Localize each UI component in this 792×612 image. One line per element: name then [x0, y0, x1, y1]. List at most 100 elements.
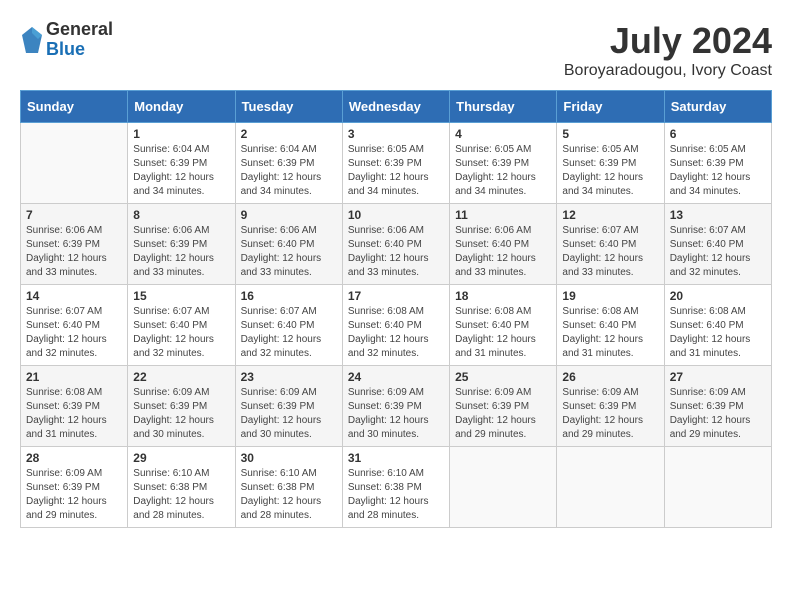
logo-icon — [20, 25, 44, 55]
calendar-cell: 26 Sunrise: 6:09 AMSunset: 6:39 PMDaylig… — [557, 366, 664, 447]
day-header-tuesday: Tuesday — [235, 91, 342, 123]
day-info: Sunrise: 6:08 AMSunset: 6:40 PMDaylight:… — [348, 305, 444, 361]
week-row-2: 7 Sunrise: 6:06 AMSunset: 6:39 PMDayligh… — [21, 204, 772, 285]
day-info: Sunrise: 6:07 AMSunset: 6:40 PMDaylight:… — [26, 305, 122, 361]
calendar-cell: 25 Sunrise: 6:09 AMSunset: 6:39 PMDaylig… — [450, 366, 557, 447]
calendar-cell: 14 Sunrise: 6:07 AMSunset: 6:40 PMDaylig… — [21, 285, 128, 366]
day-number: 14 — [26, 289, 122, 303]
day-info: Sunrise: 6:08 AMSunset: 6:40 PMDaylight:… — [455, 305, 551, 361]
day-info: Sunrise: 6:06 AMSunset: 6:40 PMDaylight:… — [241, 224, 337, 280]
day-info: Sunrise: 6:10 AMSunset: 6:38 PMDaylight:… — [241, 467, 337, 523]
day-number: 20 — [670, 289, 766, 303]
day-header-thursday: Thursday — [450, 91, 557, 123]
day-info: Sunrise: 6:06 AMSunset: 6:39 PMDaylight:… — [26, 224, 122, 280]
day-header-saturday: Saturday — [664, 91, 771, 123]
calendar-cell: 21 Sunrise: 6:08 AMSunset: 6:39 PMDaylig… — [21, 366, 128, 447]
day-number: 10 — [348, 208, 444, 222]
calendar-table: SundayMondayTuesdayWednesdayThursdayFrid… — [20, 90, 772, 528]
day-info: Sunrise: 6:07 AMSunset: 6:40 PMDaylight:… — [670, 224, 766, 280]
day-info: Sunrise: 6:09 AMSunset: 6:39 PMDaylight:… — [133, 386, 229, 442]
calendar-cell: 5 Sunrise: 6:05 AMSunset: 6:39 PMDayligh… — [557, 123, 664, 204]
month-year: July 2024 — [564, 20, 772, 62]
day-number: 27 — [670, 370, 766, 384]
calendar-cell — [664, 447, 771, 528]
calendar-cell: 15 Sunrise: 6:07 AMSunset: 6:40 PMDaylig… — [128, 285, 235, 366]
day-info: Sunrise: 6:09 AMSunset: 6:39 PMDaylight:… — [670, 386, 766, 442]
day-number: 6 — [670, 127, 766, 141]
day-info: Sunrise: 6:06 AMSunset: 6:40 PMDaylight:… — [455, 224, 551, 280]
calendar-cell: 23 Sunrise: 6:09 AMSunset: 6:39 PMDaylig… — [235, 366, 342, 447]
day-number: 24 — [348, 370, 444, 384]
day-number: 8 — [133, 208, 229, 222]
day-number: 2 — [241, 127, 337, 141]
day-info: Sunrise: 6:05 AMSunset: 6:39 PMDaylight:… — [562, 143, 658, 199]
logo-general: General — [46, 20, 113, 40]
calendar-cell: 13 Sunrise: 6:07 AMSunset: 6:40 PMDaylig… — [664, 204, 771, 285]
day-header-friday: Friday — [557, 91, 664, 123]
day-number: 12 — [562, 208, 658, 222]
calendar-cell — [557, 447, 664, 528]
day-info: Sunrise: 6:05 AMSunset: 6:39 PMDaylight:… — [348, 143, 444, 199]
day-number: 15 — [133, 289, 229, 303]
calendar-cell: 19 Sunrise: 6:08 AMSunset: 6:40 PMDaylig… — [557, 285, 664, 366]
calendar-cell: 31 Sunrise: 6:10 AMSunset: 6:38 PMDaylig… — [342, 447, 449, 528]
day-header-monday: Monday — [128, 91, 235, 123]
calendar-cell: 22 Sunrise: 6:09 AMSunset: 6:39 PMDaylig… — [128, 366, 235, 447]
day-info: Sunrise: 6:07 AMSunset: 6:40 PMDaylight:… — [562, 224, 658, 280]
title-section: July 2024 Boroyaradougou, Ivory Coast — [564, 20, 772, 80]
calendar-cell: 20 Sunrise: 6:08 AMSunset: 6:40 PMDaylig… — [664, 285, 771, 366]
day-number: 3 — [348, 127, 444, 141]
calendar-cell: 9 Sunrise: 6:06 AMSunset: 6:40 PMDayligh… — [235, 204, 342, 285]
calendar-cell: 10 Sunrise: 6:06 AMSunset: 6:40 PMDaylig… — [342, 204, 449, 285]
calendar-cell: 3 Sunrise: 6:05 AMSunset: 6:39 PMDayligh… — [342, 123, 449, 204]
day-number: 22 — [133, 370, 229, 384]
calendar-cell: 7 Sunrise: 6:06 AMSunset: 6:39 PMDayligh… — [21, 204, 128, 285]
day-info: Sunrise: 6:08 AMSunset: 6:40 PMDaylight:… — [562, 305, 658, 361]
day-number: 28 — [26, 451, 122, 465]
calendar-cell: 27 Sunrise: 6:09 AMSunset: 6:39 PMDaylig… — [664, 366, 771, 447]
day-number: 1 — [133, 127, 229, 141]
calendar-cell: 28 Sunrise: 6:09 AMSunset: 6:39 PMDaylig… — [21, 447, 128, 528]
calendar-cell: 30 Sunrise: 6:10 AMSunset: 6:38 PMDaylig… — [235, 447, 342, 528]
day-info: Sunrise: 6:09 AMSunset: 6:39 PMDaylight:… — [562, 386, 658, 442]
day-info: Sunrise: 6:05 AMSunset: 6:39 PMDaylight:… — [670, 143, 766, 199]
day-info: Sunrise: 6:09 AMSunset: 6:39 PMDaylight:… — [26, 467, 122, 523]
logo-blue: Blue — [46, 40, 113, 60]
day-number: 19 — [562, 289, 658, 303]
calendar-cell: 6 Sunrise: 6:05 AMSunset: 6:39 PMDayligh… — [664, 123, 771, 204]
day-number: 7 — [26, 208, 122, 222]
day-number: 30 — [241, 451, 337, 465]
day-info: Sunrise: 6:06 AMSunset: 6:40 PMDaylight:… — [348, 224, 444, 280]
day-number: 9 — [241, 208, 337, 222]
location: Boroyaradougou, Ivory Coast — [564, 62, 772, 80]
day-number: 16 — [241, 289, 337, 303]
logo: General Blue — [20, 20, 113, 60]
calendar-header-row: SundayMondayTuesdayWednesdayThursdayFrid… — [21, 91, 772, 123]
day-number: 4 — [455, 127, 551, 141]
day-info: Sunrise: 6:04 AMSunset: 6:39 PMDaylight:… — [241, 143, 337, 199]
day-info: Sunrise: 6:08 AMSunset: 6:39 PMDaylight:… — [26, 386, 122, 442]
day-number: 18 — [455, 289, 551, 303]
day-info: Sunrise: 6:04 AMSunset: 6:39 PMDaylight:… — [133, 143, 229, 199]
day-info: Sunrise: 6:06 AMSunset: 6:39 PMDaylight:… — [133, 224, 229, 280]
day-info: Sunrise: 6:10 AMSunset: 6:38 PMDaylight:… — [348, 467, 444, 523]
day-info: Sunrise: 6:05 AMSunset: 6:39 PMDaylight:… — [455, 143, 551, 199]
calendar-cell: 17 Sunrise: 6:08 AMSunset: 6:40 PMDaylig… — [342, 285, 449, 366]
day-info: Sunrise: 6:09 AMSunset: 6:39 PMDaylight:… — [241, 386, 337, 442]
day-info: Sunrise: 6:08 AMSunset: 6:40 PMDaylight:… — [670, 305, 766, 361]
day-number: 31 — [348, 451, 444, 465]
day-info: Sunrise: 6:07 AMSunset: 6:40 PMDaylight:… — [133, 305, 229, 361]
day-number: 17 — [348, 289, 444, 303]
calendar-cell: 2 Sunrise: 6:04 AMSunset: 6:39 PMDayligh… — [235, 123, 342, 204]
week-row-5: 28 Sunrise: 6:09 AMSunset: 6:39 PMDaylig… — [21, 447, 772, 528]
day-number: 26 — [562, 370, 658, 384]
week-row-3: 14 Sunrise: 6:07 AMSunset: 6:40 PMDaylig… — [21, 285, 772, 366]
day-header-sunday: Sunday — [21, 91, 128, 123]
day-number: 11 — [455, 208, 551, 222]
week-row-1: 1 Sunrise: 6:04 AMSunset: 6:39 PMDayligh… — [21, 123, 772, 204]
day-info: Sunrise: 6:09 AMSunset: 6:39 PMDaylight:… — [455, 386, 551, 442]
calendar-cell — [21, 123, 128, 204]
day-info: Sunrise: 6:07 AMSunset: 6:40 PMDaylight:… — [241, 305, 337, 361]
calendar-cell: 1 Sunrise: 6:04 AMSunset: 6:39 PMDayligh… — [128, 123, 235, 204]
day-number: 25 — [455, 370, 551, 384]
